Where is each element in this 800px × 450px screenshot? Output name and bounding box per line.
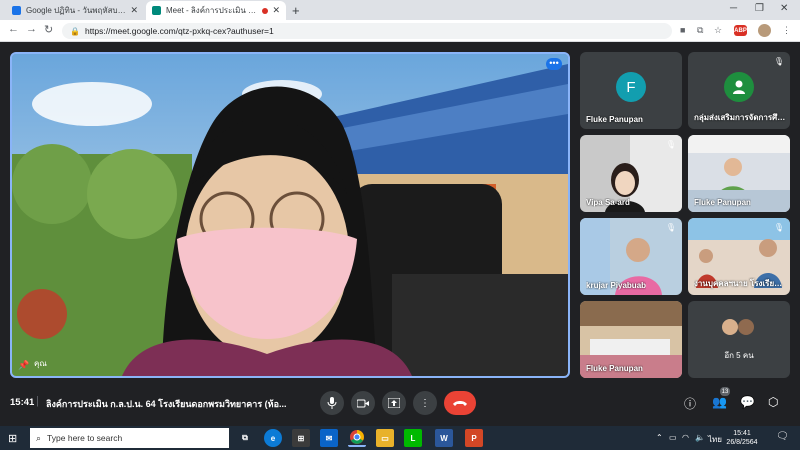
back-arrow-icon[interactable]: ← — [8, 23, 19, 35]
present-screen-button[interactable] — [382, 391, 406, 415]
more-participants-tile[interactable]: อีก 5 คน — [688, 301, 790, 378]
lock-icon: 🔒 — [70, 26, 80, 36]
participant-name: งานบุคคลฯนาย โรงเรียน... — [694, 279, 786, 288]
main-speaker-tile[interactable]: ••• 📌 คุณ — [10, 52, 570, 378]
volume-icon[interactable]: 🔈 — [695, 433, 705, 442]
tab-meet[interactable]: Meet - ลิงค์การประเมิน ก.ล.ป.น. ✕ — [146, 1, 286, 20]
pin-icon[interactable]: 📌 — [18, 360, 29, 371]
meeting-clock: 15:41 — [10, 397, 35, 408]
task-view-icon[interactable]: ⧉ — [236, 429, 254, 447]
tab-title: Google ปฏิทิน - วันพฤหัสบดี, 26 สิงหา — [26, 6, 126, 15]
participant-name: Fluke Panupan — [586, 364, 643, 373]
clock-date: 26/8/2564 — [726, 439, 758, 446]
close-tab-icon[interactable]: ✕ — [130, 5, 138, 16]
participant-tile[interactable]: 🎙 Vipa Sa-ard — [580, 135, 682, 212]
word-icon[interactable]: W — [435, 429, 453, 447]
speaker-video — [12, 54, 568, 376]
url-bar[interactable]: 🔒 https://meet.google.com/qtz-pxkq-cex?a… — [62, 23, 672, 39]
minimize-icon[interactable]: ─ — [730, 3, 737, 14]
mic-off-icon: 🎙 — [773, 57, 784, 66]
bookmark-star-icon[interactable]: ☆ — [714, 25, 722, 36]
recording-indicator-icon — [262, 7, 269, 14]
tray-chevron-up-icon[interactable]: ⌃ — [656, 433, 663, 442]
new-tab-button[interactable]: + — [292, 3, 300, 18]
network-icon[interactable]: ▭ — [669, 433, 677, 442]
activities-icon[interactable]: ⬡ — [768, 395, 778, 409]
clock-time: 15:41 — [733, 430, 751, 437]
participants-count-badge: 13 — [720, 387, 730, 396]
meet-stage: ••• 📌 คุณ F Fluke Panupan 🎙 กลุ่มส่งเสริ… — [0, 43, 800, 382]
participant-tile[interactable]: Fluke Panupan — [688, 135, 790, 212]
search-icon: ⌕ — [36, 432, 42, 443]
adblock-icon[interactable]: ABP — [734, 25, 747, 36]
mic-off-icon: 🎙 — [773, 223, 784, 232]
chrome-icon[interactable] — [348, 429, 366, 447]
participant-tile[interactable]: 🎙 krujar Piyabuab — [580, 218, 682, 295]
line-app-icon[interactable]: L — [404, 429, 422, 447]
mail-icon[interactable]: ✉ — [320, 429, 338, 447]
more-participants-count: อีก 5 คน — [724, 351, 754, 360]
camera-icon[interactable]: ■ — [680, 25, 685, 35]
meet-control-bar: 15:41 | ลิงค์การประเมิน ก.ล.ป.น. 64 โรงเ… — [0, 382, 800, 426]
participant-name: Vipa Sa-ard — [586, 198, 630, 207]
calendar-favicon-icon — [12, 6, 21, 15]
input-language[interactable]: ไทย — [708, 433, 722, 446]
meeting-details-icon[interactable]: ⓘ — [684, 395, 696, 412]
windows-taskbar: ⊞ ⌕ Type here to search ⧉ e ⊞ ✉ ▭ L W P … — [0, 426, 800, 450]
leave-call-button[interactable] — [444, 391, 476, 415]
search-placeholder: Type here to search — [47, 433, 123, 443]
avatar — [722, 319, 738, 335]
taskbar-search-input[interactable]: ⌕ Type here to search — [30, 428, 229, 448]
person-icon — [724, 72, 754, 102]
menu-dots-icon[interactable]: ⋮ — [782, 25, 791, 36]
store-icon[interactable]: ⊞ — [292, 429, 310, 447]
powerpoint-icon[interactable]: P — [465, 429, 483, 447]
tab-title: Meet - ลิงค์การประเมิน ก.ล.ป.น. — [166, 6, 259, 15]
notifications-icon[interactable]: 🗨 — [776, 431, 789, 442]
main-speaker-name: คุณ — [34, 359, 47, 368]
people-icon[interactable]: 👥 — [712, 395, 727, 409]
avatar: F — [616, 72, 646, 102]
close-tab-icon[interactable]: ✕ — [272, 5, 280, 16]
more-options-button[interactable]: ⋮ — [413, 391, 437, 415]
close-window-icon[interactable]: ✕ — [780, 3, 788, 14]
chat-icon[interactable]: 💬 — [740, 395, 755, 409]
video-camera-icon — [357, 399, 369, 407]
camera-toggle-button[interactable] — [351, 391, 375, 415]
more-options-button[interactable]: ••• — [546, 58, 562, 70]
avatar-initial: F — [626, 78, 636, 96]
translate-icon[interactable]: ⧉ — [697, 25, 703, 36]
profile-avatar[interactable] — [758, 24, 771, 37]
participant-name: กลุ่มส่งเสริมการจัดการศึก... — [694, 113, 786, 122]
mic-toggle-button[interactable] — [320, 391, 344, 415]
browser-tab-bar: Google ปฏิทิน - วันพฤหัสบดี, 26 สิงหา ✕ … — [0, 0, 800, 20]
participant-tile[interactable]: Fluke Panupan — [580, 301, 682, 378]
meet-favicon-icon — [152, 6, 161, 15]
end-call-icon — [453, 400, 467, 406]
edge-icon[interactable]: e — [264, 429, 282, 447]
meeting-title: ลิงค์การประเมิน ก.ล.ป.น. 64 โรงเรียนดอกพ… — [46, 399, 287, 409]
reload-icon[interactable]: ↻ — [44, 23, 53, 36]
participant-name: Fluke Panupan — [586, 115, 643, 124]
avatar — [738, 319, 754, 335]
tab-google-calendar[interactable]: Google ปฏิทิน - วันพฤหัสบดี, 26 สิงหา ✕ — [6, 1, 144, 20]
present-icon — [388, 398, 400, 408]
participant-tile[interactable]: 🎙 กลุ่มส่งเสริมการจัดการศึก... — [688, 52, 790, 129]
wifi-icon[interactable]: ◠ — [682, 433, 689, 442]
file-explorer-icon[interactable]: ▭ — [376, 429, 394, 447]
url-text: https://meet.google.com/qtz-pxkq-cex?aut… — [84, 26, 274, 36]
address-toolbar: ← → ↻ 🔒 https://meet.google.com/qtz-pxkq… — [0, 20, 800, 42]
windows-start-icon[interactable]: ⊞ — [8, 432, 17, 445]
maximize-icon[interactable]: ❐ — [755, 3, 764, 14]
separator: | — [36, 395, 39, 407]
mic-icon — [327, 397, 337, 409]
participant-name: krujar Piyabuab — [586, 281, 647, 290]
participant-name: Fluke Panupan — [694, 198, 751, 207]
forward-arrow-icon[interactable]: → — [26, 23, 37, 35]
taskbar-clock[interactable]: 15:41 26/8/2564 — [722, 429, 762, 447]
mic-off-icon: 🎙 — [665, 223, 676, 232]
participant-tile[interactable]: F Fluke Panupan — [580, 52, 682, 129]
mic-off-icon: 🎙 — [665, 140, 676, 149]
participant-tile[interactable]: 🎙 งานบุคคลฯนาย โรงเรียน... — [688, 218, 790, 295]
